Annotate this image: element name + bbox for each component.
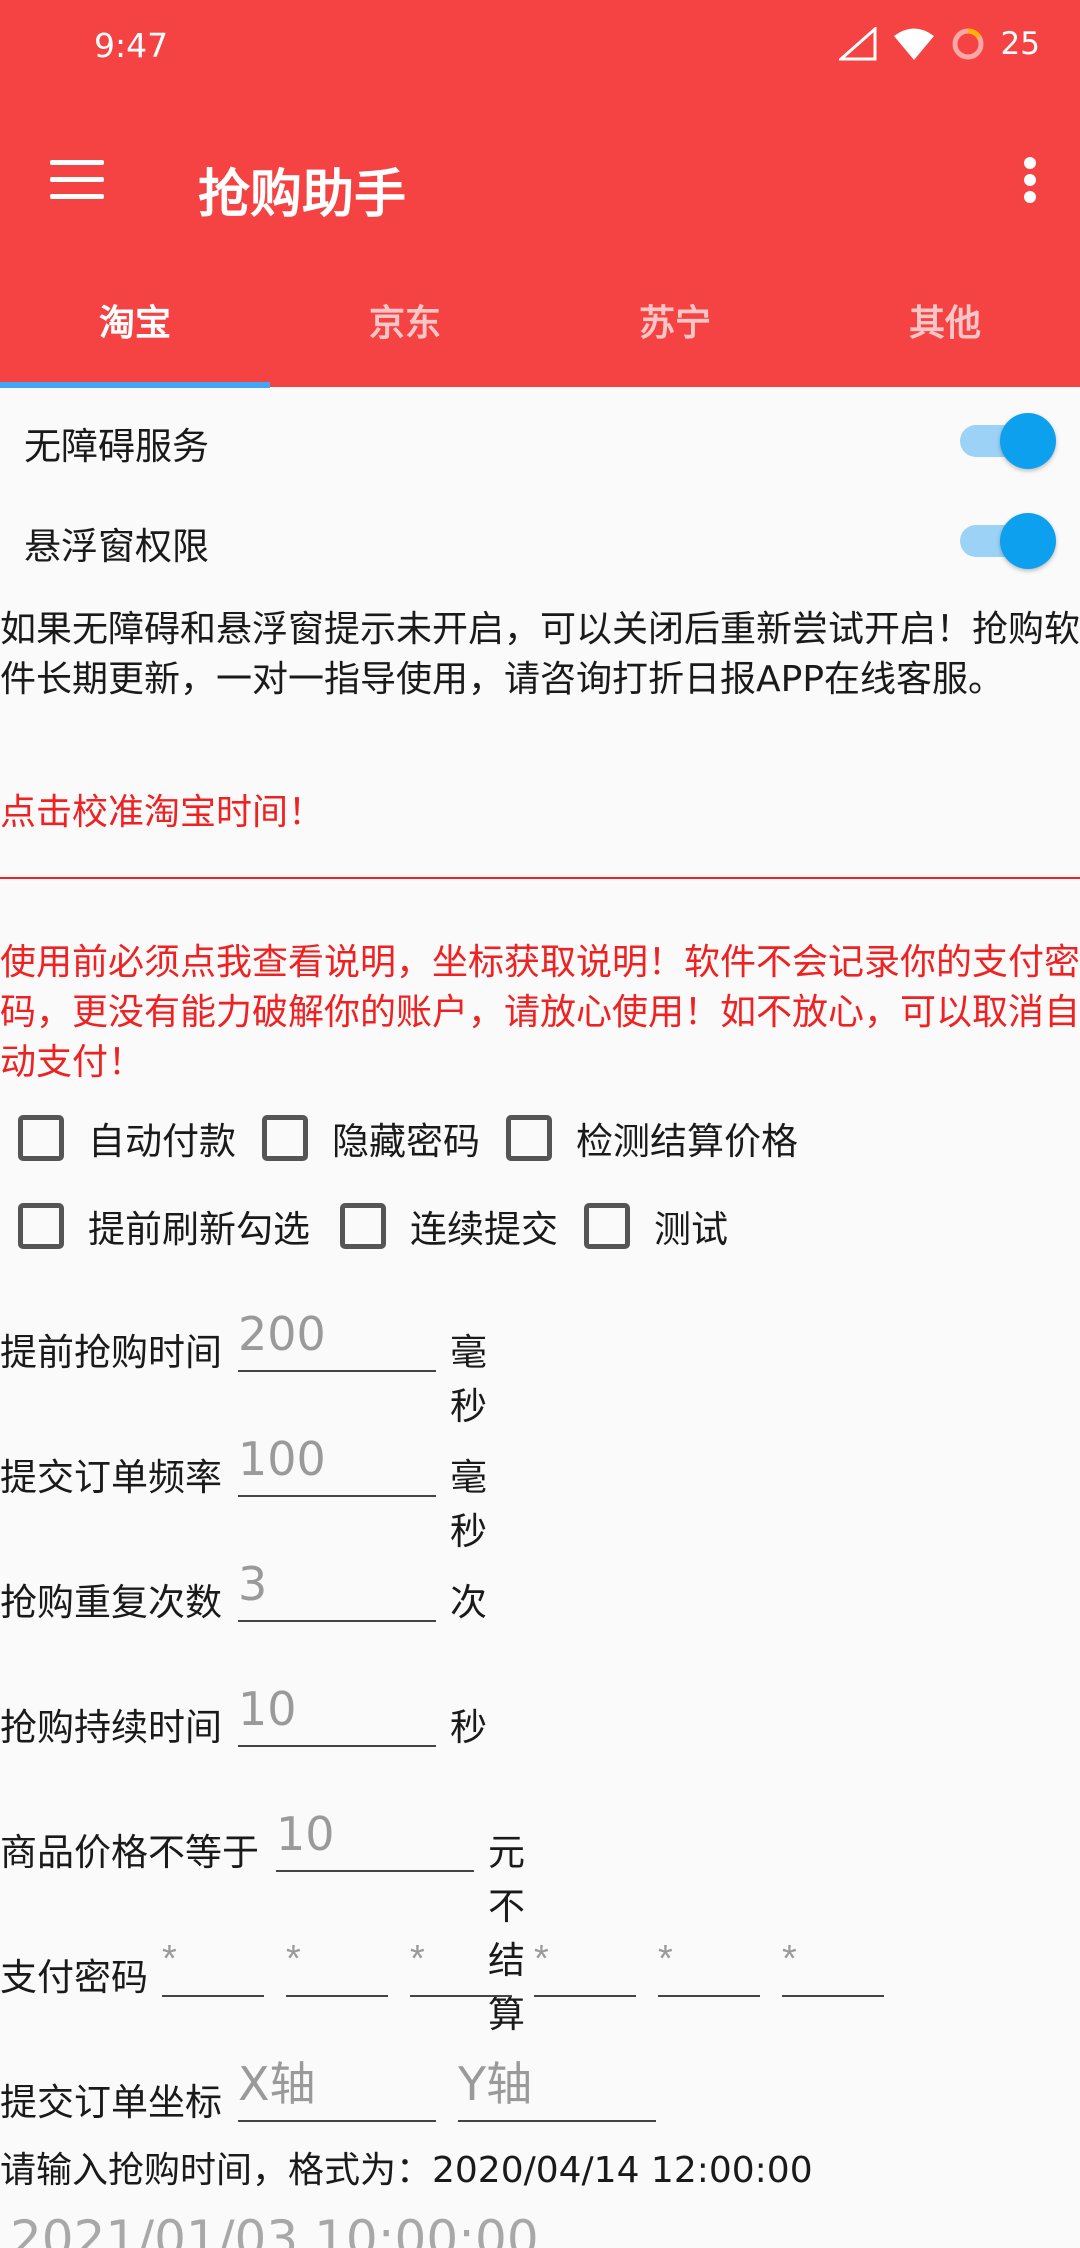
password-digit-input[interactable] bbox=[162, 1927, 264, 1991]
continuous-submit-checkbox[interactable]: 连续提交 bbox=[340, 1196, 558, 1256]
password-digit-field[interactable] bbox=[782, 1927, 884, 1997]
status-bar: 9:47 25 bbox=[0, 0, 1080, 95]
tab-taobao[interactable]: 淘宝 bbox=[0, 270, 270, 387]
duration-field[interactable] bbox=[238, 1677, 436, 1747]
tab-jingdong[interactable]: 京东 bbox=[270, 270, 540, 387]
advance-time-input[interactable] bbox=[238, 1302, 436, 1366]
checkbox-label: 测试 bbox=[654, 1208, 728, 1251]
checkbox-box[interactable] bbox=[18, 1115, 64, 1161]
order-coords-label: 提交订单坐标 bbox=[0, 2081, 222, 2124]
submit-frequency-field[interactable] bbox=[238, 1427, 436, 1497]
hamburger-menu-icon[interactable] bbox=[50, 160, 104, 200]
password-digit-field[interactable] bbox=[286, 1927, 388, 1997]
advance-time-label: 提前抢购时间 bbox=[0, 1331, 222, 1374]
test-checkbox[interactable]: 测试 bbox=[584, 1196, 728, 1256]
submit-frequency-input[interactable] bbox=[238, 1427, 436, 1491]
tab-suning[interactable]: 苏宁 bbox=[540, 270, 810, 387]
password-digit-field[interactable] bbox=[658, 1927, 760, 1997]
overflow-menu-icon[interactable] bbox=[1020, 155, 1040, 205]
auto-pay-checkbox[interactable]: 自动付款 bbox=[18, 1108, 236, 1168]
password-digit-input[interactable] bbox=[286, 1927, 388, 1991]
tab-other[interactable]: 其他 bbox=[810, 270, 1080, 387]
order-coords-row: 提交订单坐标 bbox=[0, 2052, 1080, 2132]
overlay-permission-row: 悬浮窗权限 bbox=[0, 490, 1080, 590]
overlay-permission-switch[interactable] bbox=[960, 510, 1056, 570]
status-time: 9:47 bbox=[94, 26, 169, 65]
usage-warning-link[interactable]: 使用前必须点我查看说明，坐标获取说明！软件不会记录你的支付密码，更没有能力破解你… bbox=[0, 938, 1080, 1088]
submit-frequency-unit: 毫秒 bbox=[450, 1456, 487, 1553]
password-digit-input[interactable] bbox=[534, 1927, 636, 1991]
duration-input[interactable] bbox=[238, 1677, 436, 1741]
x-coordinate-input[interactable] bbox=[238, 2052, 436, 2116]
hide-password-checkbox[interactable]: 隐藏密码 bbox=[262, 1108, 480, 1168]
price-check-label: 商品价格不等于 bbox=[0, 1831, 259, 1874]
payment-password-label: 支付密码 bbox=[0, 1956, 148, 1999]
divider bbox=[0, 877, 1080, 879]
advance-time-field[interactable] bbox=[238, 1302, 436, 1372]
accessibility-service-label: 无障碍服务 bbox=[24, 425, 209, 468]
password-digit-field[interactable] bbox=[534, 1927, 636, 1997]
repeat-count-label: 抢购重复次数 bbox=[0, 1581, 222, 1624]
repeat-count-unit: 次 bbox=[450, 1581, 487, 1624]
repeat-count-field[interactable] bbox=[238, 1552, 436, 1622]
password-digit-input[interactable] bbox=[410, 1927, 512, 1991]
app-bar: 9:47 25 抢购助手 淘宝 京东 苏宁 其他 bbox=[0, 0, 1080, 388]
checkbox-box[interactable] bbox=[506, 1115, 552, 1161]
pre-refresh-checkbox[interactable]: 提前刷新勾选 bbox=[18, 1196, 310, 1256]
duration-label: 抢购持续时间 bbox=[0, 1706, 222, 1749]
repeat-count-input[interactable] bbox=[238, 1552, 436, 1616]
cell-signal-icon bbox=[838, 27, 877, 61]
checkbox-label: 连续提交 bbox=[410, 1208, 558, 1251]
time-format-hint: 请输入抢购时间，格式为：2020/04/14 12:00:00 bbox=[0, 2150, 813, 2191]
notice-text: 如果无障碍和悬浮窗提示未开启，可以关闭后重新尝试开启！抢购软件长期更新，一对一指… bbox=[0, 609, 1080, 700]
wifi-icon bbox=[893, 27, 935, 61]
duration-unit: 秒 bbox=[450, 1706, 487, 1749]
checkbox-label: 提前刷新勾选 bbox=[88, 1208, 310, 1251]
checkbox-box[interactable] bbox=[262, 1115, 308, 1161]
password-digit-field[interactable] bbox=[410, 1927, 512, 1997]
toolbar: 抢购助手 bbox=[0, 120, 1080, 240]
overlay-permission-label: 悬浮窗权限 bbox=[24, 525, 209, 568]
accessibility-service-row: 无障碍服务 bbox=[0, 390, 1080, 490]
x-coordinate-field[interactable] bbox=[238, 2052, 436, 2122]
payment-password-row: 支付密码 bbox=[0, 1927, 1080, 2007]
check-price-checkbox[interactable]: 检测结算价格 bbox=[506, 1108, 798, 1168]
y-coordinate-field[interactable] bbox=[458, 2052, 656, 2122]
battery-level: 25 bbox=[1000, 26, 1040, 62]
accessibility-service-switch[interactable] bbox=[960, 410, 1056, 470]
password-digit-input[interactable] bbox=[658, 1927, 760, 1991]
calibrate-time-link[interactable]: 点击校准淘宝时间！ bbox=[0, 788, 1080, 838]
password-digit-field[interactable] bbox=[162, 1927, 264, 1997]
password-digit-input[interactable] bbox=[782, 1927, 884, 1991]
price-check-input[interactable] bbox=[276, 1802, 474, 1866]
price-check-field[interactable] bbox=[276, 1802, 474, 1872]
y-coordinate-input[interactable] bbox=[458, 2052, 656, 2116]
checkbox-box[interactable] bbox=[584, 1203, 630, 1249]
advance-time-unit: 毫秒 bbox=[450, 1331, 487, 1428]
status-icons: 25 bbox=[838, 26, 1040, 62]
battery-icon bbox=[951, 27, 985, 61]
submit-frequency-label: 提交订单频率 bbox=[0, 1456, 222, 1499]
purchase-time-input[interactable]: 2021/01/03 10:00:00 bbox=[10, 2210, 539, 2248]
checkbox-box[interactable] bbox=[18, 1203, 64, 1249]
tab-bar: 淘宝 京东 苏宁 其他 bbox=[0, 270, 1080, 387]
page-title: 抢购助手 bbox=[198, 165, 407, 225]
checkbox-label: 隐藏密码 bbox=[332, 1120, 480, 1163]
checkbox-box[interactable] bbox=[340, 1203, 386, 1249]
checkbox-label: 检测结算价格 bbox=[576, 1120, 798, 1163]
tab-indicator bbox=[0, 382, 270, 388]
checkbox-label: 自动付款 bbox=[88, 1120, 236, 1163]
